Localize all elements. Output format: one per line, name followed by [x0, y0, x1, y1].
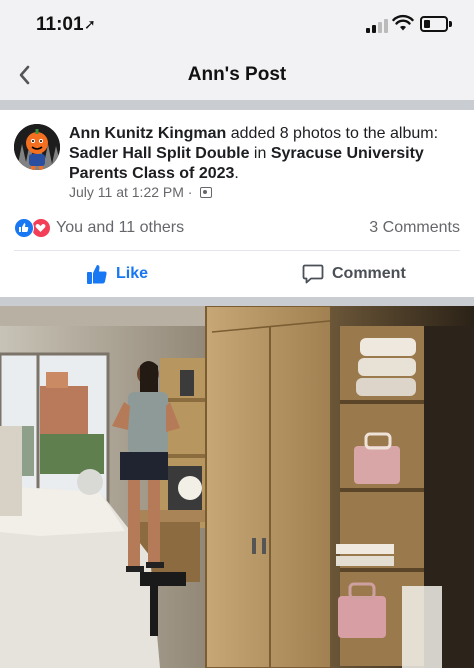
battery-icon: [420, 16, 448, 32]
reactions-row: You and 11 others 3 Comments: [0, 210, 474, 250]
dorm-room-photo: [0, 306, 474, 668]
actions-row: Like Comment: [0, 251, 474, 297]
comment-button-label: Comment: [332, 265, 406, 282]
nav-bar: Ann's Post: [0, 50, 474, 100]
status-time: 11:01: [36, 14, 84, 35]
comment-icon: [302, 264, 324, 284]
love-reaction-icon[interactable]: [31, 218, 51, 238]
post-timestamp[interactable]: July 11 at 1:22 PM: [69, 184, 184, 200]
like-reaction-icon[interactable]: [14, 218, 34, 238]
wifi-icon: [392, 14, 414, 31]
post-end-text: .: [234, 165, 239, 182]
actions-divider: [0, 297, 474, 306]
page-title: Ann's Post: [187, 64, 287, 85]
author-name-link[interactable]: Ann Kunitz Kingman: [69, 125, 226, 142]
post-meta: July 11 at 1:22 PM ·: [69, 184, 213, 200]
album-icon: [200, 187, 213, 198]
album-name-link[interactable]: Sadler Hall Split Double: [69, 145, 249, 162]
like-button-label: Like: [116, 265, 149, 282]
battery-level: [424, 20, 430, 28]
post-photo[interactable]: [0, 306, 474, 668]
header-divider: [0, 100, 474, 110]
signal-icon: [366, 17, 388, 33]
battery-tip: [449, 21, 452, 27]
post-header: Ann Kunitz Kingman added 8 photos to the…: [0, 110, 474, 210]
comment-button[interactable]: Comment: [302, 261, 406, 287]
post-action-text: added 8 photos to the album:: [226, 125, 439, 142]
meta-separator: ·: [183, 184, 197, 200]
post-in-text: in: [249, 145, 271, 162]
location-arrow-icon: ➚: [84, 16, 96, 32]
like-button[interactable]: Like: [86, 261, 148, 287]
reactions-summary[interactable]: You and 11 others: [56, 219, 184, 237]
comments-count[interactable]: 3 Comments: [369, 219, 460, 237]
status-bar: 11:01 ➚: [0, 0, 474, 50]
thumbs-up-icon: [87, 265, 107, 284]
orange-mascot-avatar-image: [14, 124, 60, 170]
post-description: Ann Kunitz Kingman added 8 photos to the…: [69, 124, 464, 184]
avatar[interactable]: [14, 124, 60, 170]
